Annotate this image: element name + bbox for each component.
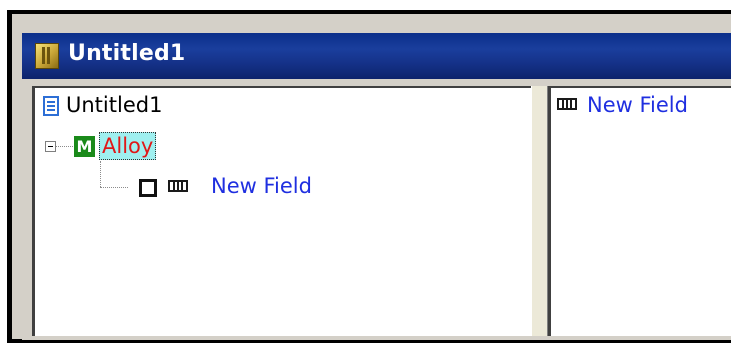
tree-field-label[interactable]: New Field [211,174,312,198]
fields-pane[interactable]: New Field [548,86,731,336]
tree-connector [100,187,128,188]
checkbox-icon[interactable] [139,179,157,197]
document-icon [43,96,59,116]
app-icon [35,43,59,69]
title-bar[interactable]: Untitled1 [22,33,731,79]
window-title: Untitled1 [68,41,186,66]
field-list-item[interactable]: New Field [587,93,688,117]
tree-root-label[interactable]: Untitled1 [66,93,162,117]
model-m-icon: M [74,136,95,157]
tree-connector [56,146,73,147]
field-icon [557,98,577,110]
tree-model-label[interactable]: Alloy [99,132,157,160]
collapse-toggle-icon[interactable] [45,141,56,152]
tree-pane[interactable]: Untitled1 M Alloy New Field [32,86,531,336]
tree-connector-vertical [100,161,101,187]
field-icon [168,180,188,192]
window-bottom-edge [22,336,731,340]
splitter[interactable] [531,86,548,336]
